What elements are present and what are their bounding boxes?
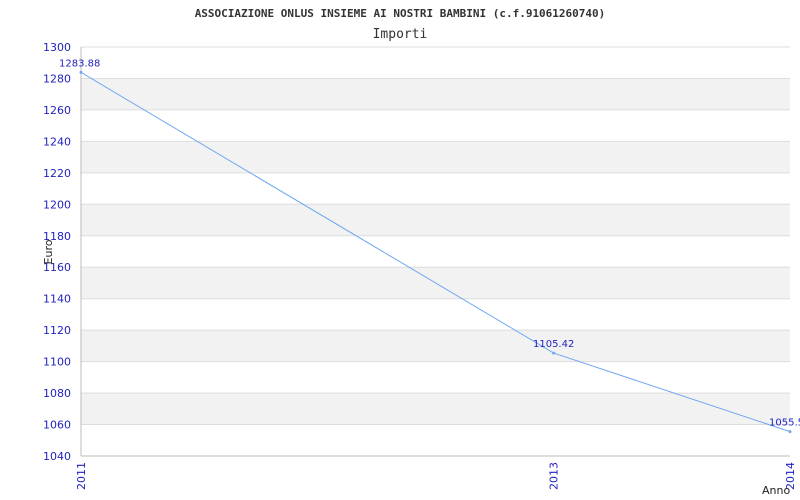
y-tick-label: 1080 <box>43 387 71 400</box>
y-tick-label: 1040 <box>43 450 71 463</box>
data-label: 1055.5 <box>769 418 800 429</box>
data-label: 1105.42 <box>533 339 574 350</box>
plot-band <box>81 330 790 362</box>
data-labels: 1283.88 1105.42 1055.5 <box>59 58 800 428</box>
y-tick-label: 1260 <box>43 104 71 117</box>
y-tick-label: 1060 <box>43 419 71 432</box>
plot-band <box>81 393 790 425</box>
chart-title: ASSOCIAZIONE ONLUS INSIEME AI NOSTRI BAM… <box>195 7 606 20</box>
plot-band <box>81 141 790 173</box>
x-axis-title: Anno <box>762 484 790 497</box>
x-tick-labels: 2011 2013 2014 <box>75 462 797 490</box>
y-tick-label: 1140 <box>43 293 71 306</box>
data-point <box>552 351 556 355</box>
y-axis-title: Euro <box>42 239 55 264</box>
series-line <box>80 71 791 433</box>
y-tick-label: 1280 <box>43 72 71 85</box>
y-tick-label: 1100 <box>43 356 71 369</box>
plot-band <box>81 204 790 236</box>
data-point <box>79 70 83 74</box>
y-tick-label: 1120 <box>43 324 71 337</box>
y-tick-label: 1300 <box>43 41 71 54</box>
line-chart: 1040106010801100112011401160118012001220… <box>42 7 800 497</box>
data-point <box>788 430 792 434</box>
x-tick-label: 2011 <box>75 462 88 490</box>
y-tick-label: 1200 <box>43 198 71 211</box>
plot-bands <box>81 78 790 425</box>
series-group <box>79 70 792 434</box>
data-label: 1283.88 <box>59 58 100 69</box>
chart-subtitle: Importi <box>373 27 428 42</box>
x-tick-label: 2013 <box>548 462 561 490</box>
plot-band <box>81 78 790 110</box>
y-tick-label: 1220 <box>43 167 71 180</box>
y-tick-label: 1240 <box>43 135 71 148</box>
